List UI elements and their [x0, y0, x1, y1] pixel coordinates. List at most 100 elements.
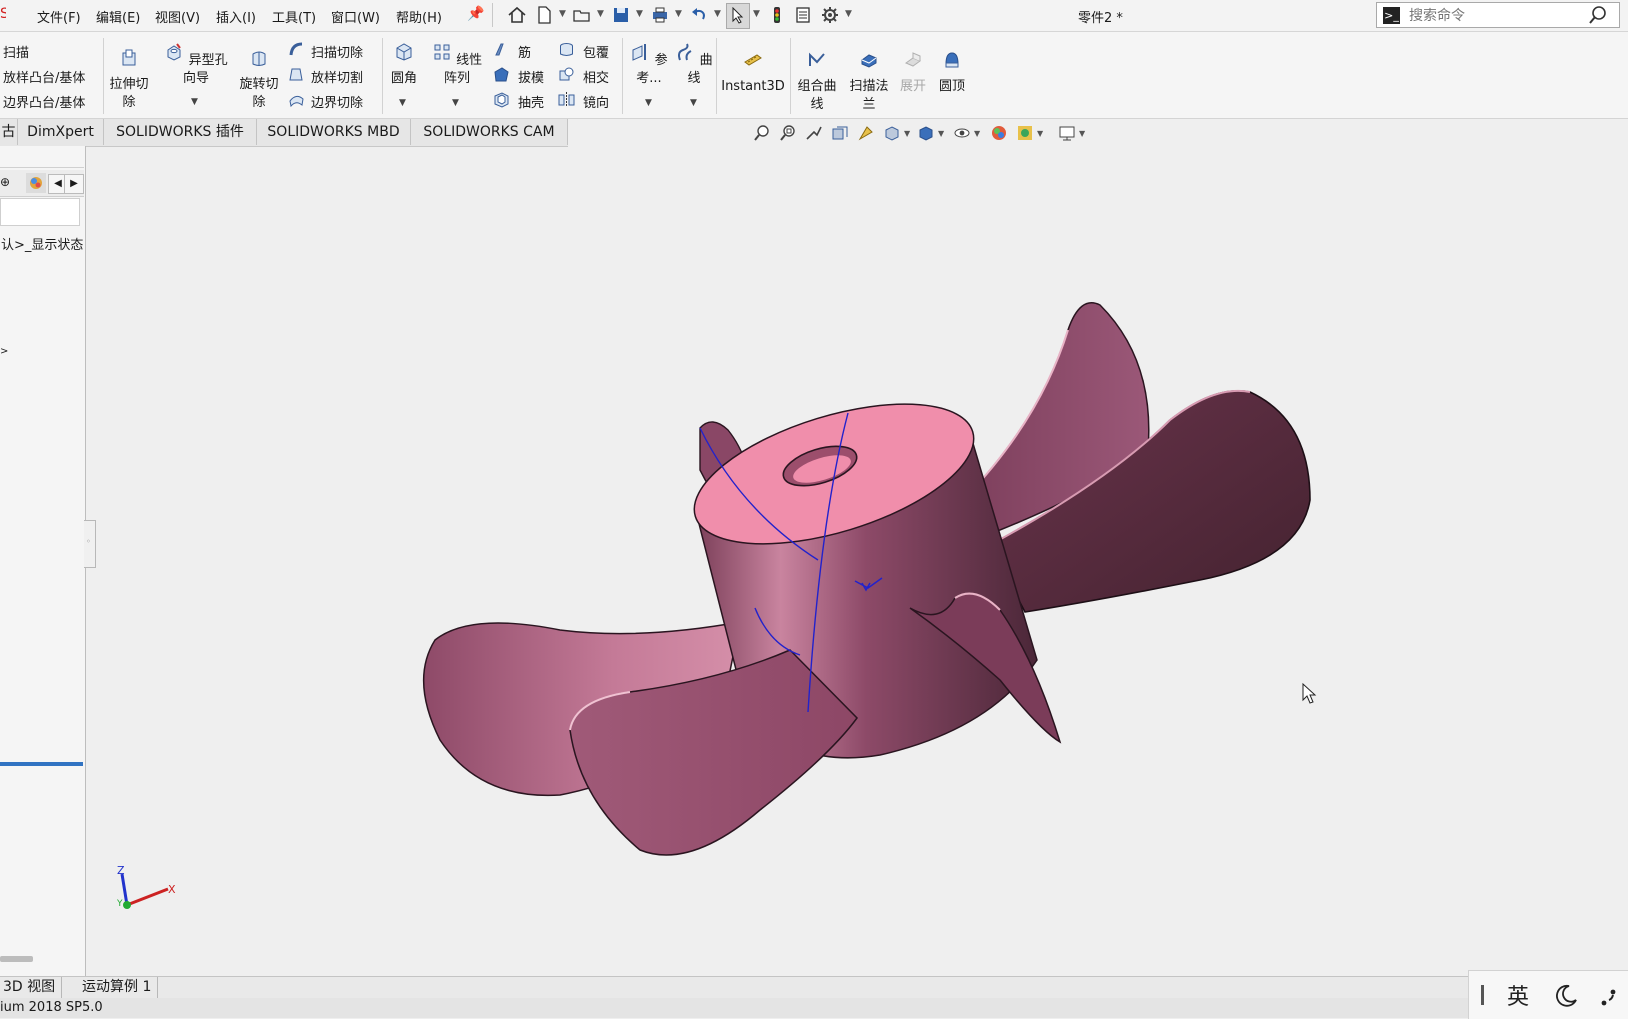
chevron-down-icon[interactable]: ▼ — [452, 98, 459, 108]
chevron-down-icon[interactable]: ▼ — [1079, 129, 1085, 138]
tab-solidworks-mbd[interactable]: SOLIDWORKS MBD — [257, 119, 411, 145]
edit-appearance-icon[interactable] — [990, 124, 1008, 142]
search-commands-box[interactable]: >_ — [1376, 2, 1620, 28]
ribbon-sweep-cut[interactable]: 扫描切除 — [311, 42, 363, 61]
view-settings-icon[interactable] — [1058, 124, 1076, 142]
ribbon-boundary-boss[interactable]: 边界凸台/基体 — [3, 92, 85, 111]
apply-scene-icon[interactable] — [1016, 124, 1034, 142]
tab-dimxpert[interactable]: DimXpert — [18, 119, 104, 145]
chevron-down-icon[interactable]: ▼ — [636, 9, 643, 19]
undo-icon[interactable] — [689, 5, 709, 25]
new-document-icon[interactable] — [534, 5, 554, 25]
chevron-down-icon[interactable]: ▼ — [399, 98, 406, 108]
separator — [622, 38, 623, 114]
sweep-flange-button[interactable]: 扫描法兰 — [846, 50, 892, 114]
scroll-right-icon[interactable]: ▶ — [64, 174, 84, 194]
menu-insert[interactable]: 插入(I) — [216, 7, 256, 26]
ribbon-loft-boss[interactable]: 放样凸台/基体 — [3, 67, 85, 86]
display-manager-tab[interactable] — [26, 173, 46, 193]
composite-curve-button[interactable]: 组合曲线 — [794, 50, 840, 114]
display-state-label[interactable]: 认>_显示状态 — [1, 234, 84, 253]
ribbon-loft-cut[interactable]: 放样切割 — [311, 67, 363, 86]
tab-motion-study-1[interactable]: 运动算例 1 — [76, 977, 159, 998]
ribbon-intersect[interactable]: 相交 — [583, 67, 609, 86]
reference-geometry-button[interactable]: 参考... — [628, 42, 670, 88]
menu-view[interactable]: 视图(V) — [155, 7, 200, 26]
ribbon-mirror[interactable]: 镜向 — [583, 92, 609, 111]
chevron-down-icon[interactable]: ▼ — [938, 129, 944, 138]
zoom-to-area-icon[interactable] — [779, 124, 797, 142]
chevron-down-icon[interactable]: ▼ — [753, 9, 760, 19]
config-manager-icon[interactable]: ⊕ — [0, 175, 10, 189]
tab-evaluate[interactable]: 古 — [0, 119, 18, 145]
menu-file[interactable]: 文件(F) — [37, 7, 81, 26]
propeller-model[interactable]: Z X Y — [86, 146, 1628, 976]
ribbon-sweep[interactable]: 扫描 — [3, 42, 29, 61]
display-style-icon[interactable] — [917, 124, 935, 142]
hide-show-items-icon[interactable] — [953, 124, 971, 142]
extrude-cut-button[interactable]: 拉伸切除 — [108, 48, 150, 112]
filter-box[interactable] — [0, 198, 80, 226]
tab-3d-view[interactable]: 3D 视图 — [0, 977, 63, 998]
tree-expand-icon[interactable]: > — [0, 346, 8, 357]
menu-edit[interactable]: 编辑(E) — [96, 7, 140, 26]
open-folder-icon[interactable] — [572, 5, 592, 25]
chevron-down-icon[interactable]: ▼ — [645, 98, 652, 108]
dynamic-annotation-icon[interactable] — [857, 124, 875, 142]
chevron-down-icon[interactable]: ▼ — [974, 129, 980, 138]
ime-drag-handle[interactable] — [1481, 985, 1484, 1005]
chevron-down-icon[interactable]: ▼ — [845, 9, 852, 19]
previous-view-icon[interactable] — [805, 124, 823, 142]
pin-icon[interactable]: 📌 — [467, 6, 484, 22]
ribbon-wrap[interactable]: 包覆 — [583, 42, 609, 61]
revolve-cut-button[interactable]: 旋转切除 — [238, 48, 280, 112]
tab-solidworks-addins[interactable]: SOLIDWORKS 插件 — [104, 119, 257, 145]
mouse-cursor-icon — [1302, 682, 1317, 704]
tab-solidworks-cam[interactable]: SOLIDWORKS CAM — [411, 119, 568, 145]
file-properties-icon[interactable] — [793, 5, 813, 25]
rebuild-traffic-light-icon[interactable] — [767, 5, 787, 25]
linear-pattern-button[interactable]: 线性阵列 — [428, 42, 486, 88]
curves-button[interactable]: 曲线 — [675, 42, 713, 88]
solidworks-logo-icon[interactable]: S — [0, 6, 6, 24]
graphics-area[interactable]: Z X Y — [86, 146, 1628, 976]
save-icon[interactable] — [611, 5, 631, 25]
gear-icon[interactable] — [820, 5, 840, 25]
ribbon-rib[interactable]: 筋 — [518, 42, 531, 61]
search-input[interactable] — [1407, 5, 1581, 27]
dome-button[interactable]: 圆顶 — [935, 50, 969, 96]
ribbon-draft[interactable]: 拔模 — [518, 67, 544, 86]
punctuation-icon[interactable] — [1597, 983, 1625, 1009]
chevron-down-icon[interactable]: ▼ — [690, 98, 697, 108]
menu-help[interactable]: 帮助(H) — [396, 7, 442, 26]
zoom-to-fit-icon[interactable] — [753, 124, 771, 142]
menu-window[interactable]: 窗口(W) — [331, 7, 380, 26]
chevron-down-icon[interactable]: ▼ — [597, 9, 604, 19]
fillet-button[interactable]: 圆角 — [386, 42, 422, 88]
chevron-down-icon[interactable]: ▼ — [559, 9, 566, 19]
chevron-down-icon[interactable]: ▼ — [675, 9, 682, 19]
instant3d-button[interactable]: Instant3D — [720, 50, 786, 96]
moon-icon[interactable] — [1553, 983, 1579, 1009]
shell-icon — [494, 92, 509, 108]
home-icon[interactable] — [507, 5, 527, 25]
hole-wizard-button[interactable]: 异型孔向导 — [158, 42, 234, 88]
ribbon-shell[interactable]: 抽壳 — [518, 92, 544, 111]
chevron-down-icon[interactable]: ▼ — [714, 9, 721, 19]
search-icon[interactable] — [1587, 5, 1609, 25]
view-orientation-icon[interactable] — [883, 124, 901, 142]
chevron-down-icon[interactable]: ▼ — [191, 97, 198, 107]
ribbon-boundary-cut[interactable]: 边界切除 — [311, 92, 363, 111]
select-tool-button[interactable] — [726, 3, 750, 29]
chevron-down-icon[interactable]: ▼ — [1037, 129, 1043, 138]
sweep-flange-label: 扫描法兰 — [849, 79, 889, 112]
section-view-icon[interactable] — [831, 124, 849, 142]
ime-language-toggle[interactable]: 英 — [1507, 979, 1529, 1011]
menu-tools[interactable]: 工具(T) — [272, 7, 316, 26]
chevron-down-icon[interactable]: ▼ — [904, 129, 910, 138]
panel-header-strip — [0, 149, 84, 168]
print-icon[interactable] — [650, 5, 670, 25]
horizontal-scrollbar[interactable] — [0, 956, 33, 962]
unfold-button[interactable]: 展开 — [896, 50, 930, 96]
triad-y-label: Y — [116, 899, 123, 909]
